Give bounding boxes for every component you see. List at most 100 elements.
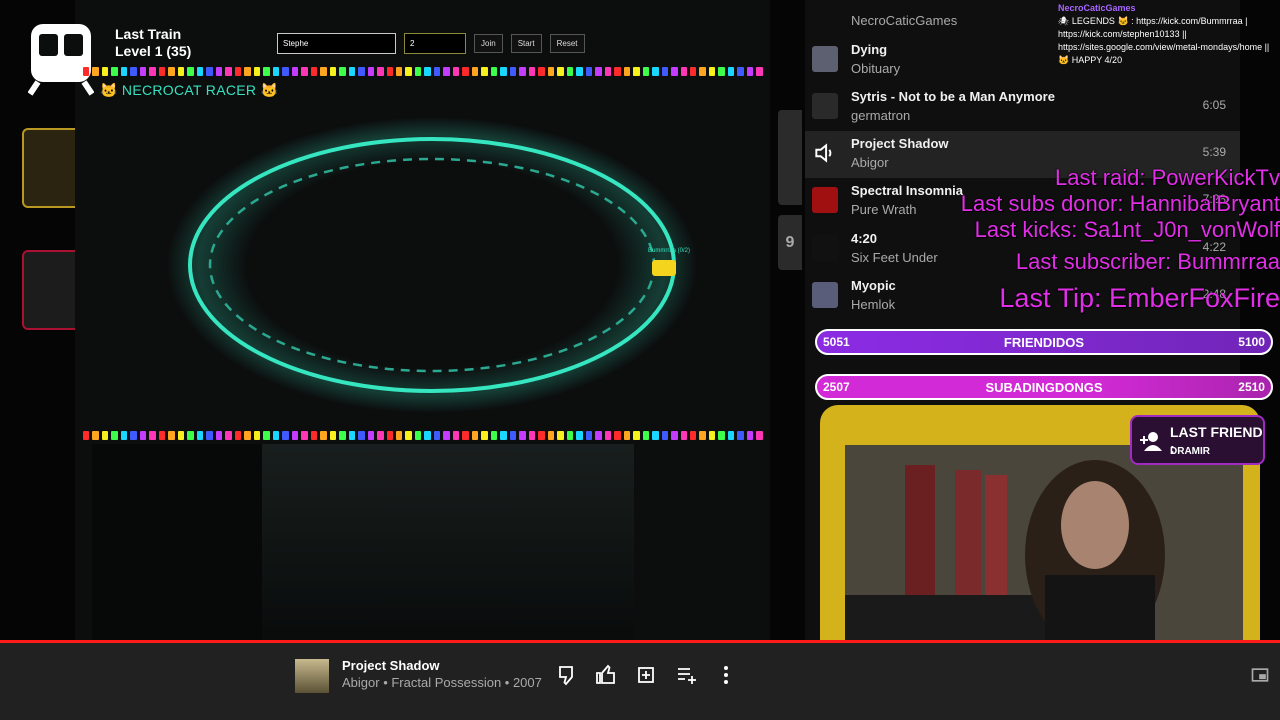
led-light	[348, 431, 356, 440]
side-tab-number[interactable]: 9	[778, 215, 802, 270]
led-strip-bottom	[83, 431, 763, 440]
track-title: Dying	[851, 42, 888, 57]
led-light	[377, 67, 384, 76]
led-light	[329, 431, 337, 440]
led-light	[652, 431, 659, 440]
led-light	[139, 431, 147, 440]
add-to-queue-icon[interactable]	[675, 663, 699, 687]
led-light	[215, 67, 223, 76]
now-playing-subtitle: Abigor • Fractal Possession • 2007	[342, 675, 542, 690]
led-light	[301, 67, 308, 76]
track-glow	[167, 117, 697, 413]
led-light	[557, 431, 564, 440]
led-light	[196, 431, 204, 440]
last-raid: Last raid: PowerKickTv	[1055, 165, 1280, 190]
led-light	[225, 431, 232, 440]
now-playing-speaker-icon	[812, 140, 838, 166]
save-to-playlist-icon[interactable]	[634, 663, 658, 687]
led-light	[272, 67, 280, 76]
now-playing-thumbnail[interactable]	[295, 659, 329, 693]
more-options-icon[interactable]	[714, 663, 738, 687]
led-light	[727, 67, 735, 76]
player-name-input[interactable]	[277, 33, 396, 54]
reset-button[interactable]: Reset	[549, 34, 585, 53]
led-light	[130, 431, 137, 440]
led-light	[282, 67, 289, 76]
led-light	[718, 67, 725, 76]
led-light	[101, 67, 109, 76]
led-light	[528, 67, 536, 76]
led-light	[158, 431, 166, 440]
led-light	[671, 431, 678, 440]
led-light	[661, 431, 669, 440]
now-playing-title: Project Shadow	[342, 658, 440, 673]
led-light	[158, 67, 166, 76]
led-light	[395, 67, 403, 76]
start-button[interactable]: Start	[510, 34, 542, 53]
webcam-scene	[845, 445, 1243, 670]
led-light	[149, 431, 156, 440]
player-tag: Bummrraa (0/2)	[648, 248, 690, 254]
player-count-input[interactable]	[404, 33, 466, 54]
led-light	[320, 431, 327, 440]
led-light	[291, 431, 299, 440]
playlist-row[interactable]: Sytris - Not to be a Man Anymore germatro…	[805, 84, 1240, 131]
track-thumbnail	[812, 282, 838, 308]
led-light	[215, 431, 223, 440]
led-light	[196, 67, 204, 76]
led-light	[206, 431, 213, 440]
miniplayer-icon[interactable]	[1250, 665, 1270, 685]
led-light	[111, 67, 118, 76]
led-light	[633, 431, 640, 440]
goal-end: 2510	[1238, 380, 1265, 394]
led-light	[690, 67, 697, 76]
led-light	[452, 67, 460, 76]
led-light	[92, 431, 99, 440]
stream-stats: Last raid: PowerKickTv Last subs donor: …	[840, 165, 1280, 313]
webcam-feed	[845, 445, 1243, 670]
led-light	[395, 431, 403, 440]
add-user-icon	[1140, 432, 1162, 451]
chat-user: NecroCaticGames	[1058, 3, 1136, 13]
side-tab[interactable]	[778, 110, 802, 205]
led-light	[576, 431, 583, 440]
track-title: Sytris - Not to be a Man Anymore	[851, 89, 1055, 104]
led-light	[756, 431, 763, 440]
led-light	[471, 431, 479, 440]
last-subs-donor: Last subs donor: HannibalBryant	[960, 191, 1280, 216]
led-light	[244, 431, 251, 440]
led-light	[253, 67, 261, 76]
goal-label: FRIENDIDOS	[1003, 334, 1085, 350]
led-light	[120, 67, 128, 76]
track-thumbnail	[812, 187, 838, 213]
led-light	[187, 431, 194, 440]
join-button[interactable]: Join	[474, 34, 503, 53]
led-light	[414, 67, 422, 76]
led-light	[452, 431, 460, 440]
led-light	[225, 67, 232, 76]
led-light	[604, 67, 612, 76]
led-light	[737, 67, 744, 76]
led-light	[358, 67, 365, 76]
player-car	[652, 260, 676, 276]
led-light	[310, 431, 318, 440]
led-light	[519, 67, 526, 76]
led-light	[481, 67, 488, 76]
led-light	[481, 431, 488, 440]
like-icon[interactable]	[594, 663, 618, 687]
led-light	[737, 431, 744, 440]
led-light	[528, 431, 536, 440]
led-light	[623, 67, 631, 76]
last-kicks: Last kicks: Sa1nt_J0n_vonWolf	[974, 217, 1280, 242]
led-light	[642, 67, 650, 76]
led-light	[652, 67, 659, 76]
track-artist: germatron	[851, 108, 911, 123]
led-light	[263, 67, 270, 76]
racer-title: 🐱 NECROCAT RACER 🐱	[100, 82, 279, 98]
last-friend-panel: LAST FRIEND : DRAMIR	[1130, 415, 1265, 465]
led-light	[623, 431, 631, 440]
game-controls: Join Start Reset	[277, 33, 585, 54]
dislike-icon[interactable]	[556, 663, 580, 687]
led-light	[490, 67, 498, 76]
led-light	[424, 431, 431, 440]
